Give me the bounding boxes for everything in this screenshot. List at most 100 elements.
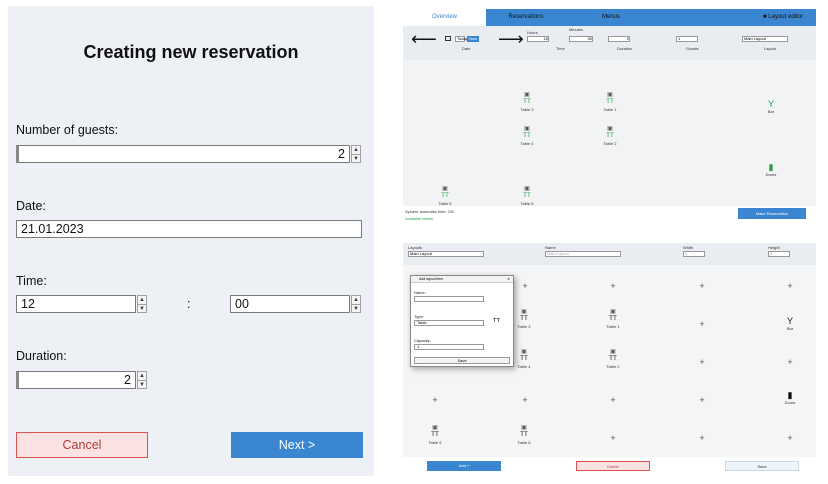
minutes-input[interactable]: 00 bbox=[230, 295, 350, 313]
cancel-button[interactable]: Cancel bbox=[16, 432, 148, 458]
hours-stepper[interactable]: ▲ ▼ bbox=[137, 295, 147, 313]
dialog-title: Add layout item bbox=[419, 277, 443, 281]
width-input[interactable]: 5 bbox=[683, 251, 705, 257]
table-item[interactable]: ▣ ᵀᵀ Table 2 bbox=[598, 349, 628, 370]
table-item[interactable]: ▮ Doors bbox=[775, 391, 805, 406]
add-cell-icon[interactable]: + bbox=[608, 395, 618, 405]
tab-overview[interactable]: Overview bbox=[403, 9, 486, 26]
add-cell-icon[interactable]: + bbox=[697, 319, 707, 329]
add-cell-icon[interactable]: + bbox=[608, 433, 618, 443]
table-item[interactable]: ▣ ᵀᵀ Table 6 bbox=[509, 425, 539, 446]
fork-knife-icon: ᵀᵀ bbox=[512, 98, 542, 107]
calendar-icon[interactable] bbox=[445, 36, 451, 41]
tab-reservations[interactable]: Reservations bbox=[486, 9, 566, 26]
table-item[interactable]: ▣ ᵀᵀ Table 3 bbox=[512, 92, 542, 113]
table-name: Table 2 bbox=[595, 141, 625, 147]
table-item[interactable]: ▮ Doors bbox=[756, 163, 786, 178]
dialog-capacity-label: Capacity: bbox=[414, 338, 431, 343]
add-cell-icon[interactable]: + bbox=[785, 433, 795, 443]
fork-knife-icon: ᵀᵀ bbox=[493, 317, 500, 326]
chevron-down-icon[interactable]: ▼ bbox=[138, 380, 146, 388]
table-item[interactable]: ▣ ᵀᵀ Table 1 bbox=[598, 309, 628, 330]
minutes-stepper[interactable]: ▲ ▼ bbox=[351, 295, 361, 313]
door-icon: ▮ bbox=[775, 391, 805, 400]
duration-input[interactable]: 2 bbox=[608, 36, 630, 42]
chevron-down-icon[interactable]: ▼ bbox=[352, 304, 360, 312]
add-cell-icon[interactable]: + bbox=[608, 281, 618, 291]
table-item[interactable]: Y Bar bbox=[756, 100, 786, 115]
chevron-up-icon[interactable]: ▲ bbox=[352, 296, 360, 304]
guests-input[interactable]: 1 bbox=[676, 36, 698, 42]
add-cell-icon[interactable]: + bbox=[697, 357, 707, 367]
layout-select[interactable]: Main Layout bbox=[742, 36, 788, 42]
table-item[interactable]: ▣ ᵀᵀ Table 2 bbox=[595, 126, 625, 147]
chevron-up-icon[interactable]: ▲ bbox=[138, 296, 146, 304]
guests-stepper[interactable]: ▲ ▼ bbox=[351, 145, 361, 163]
dialog-save-button[interactable]: Save bbox=[414, 357, 510, 364]
fork-knife-icon: ᵀᵀ bbox=[509, 431, 539, 440]
table-item[interactable]: ▣ ᵀᵀ Table 5 bbox=[430, 186, 460, 207]
table-item[interactable]: ▣ ᵀᵀ Table 6 bbox=[512, 186, 542, 207]
today-button[interactable]: Today bbox=[455, 36, 465, 42]
table-name: Bar bbox=[775, 326, 805, 332]
delete-button[interactable]: Delete bbox=[576, 461, 650, 471]
dialog-name-input[interactable] bbox=[414, 296, 484, 302]
lock-icon: ■ bbox=[763, 14, 767, 20]
add-cell-icon[interactable]: + bbox=[697, 281, 707, 291]
layouts-select[interactable]: Main Layout bbox=[408, 251, 484, 257]
hours-input[interactable]: 12 bbox=[16, 295, 136, 313]
chevron-up-icon[interactable]: ▲ bbox=[138, 372, 146, 380]
duration-input[interactable]: 2 bbox=[16, 371, 136, 389]
add-cell-icon[interactable]: + bbox=[785, 357, 795, 367]
date-input[interactable]: 21.01.2023 bbox=[16, 220, 362, 238]
arrow-right-icon[interactable]: ⟶ bbox=[498, 30, 524, 48]
add-cell-icon[interactable]: + bbox=[520, 395, 530, 405]
add-button[interactable]: Add + bbox=[427, 461, 501, 471]
height-input[interactable]: 5 bbox=[768, 251, 790, 257]
dialog-name-label: Name: bbox=[414, 290, 426, 295]
height-label: Height bbox=[768, 245, 780, 250]
fork-knife-icon: ᵀᵀ bbox=[595, 132, 625, 141]
dialog-type-select[interactable]: Table bbox=[414, 320, 484, 326]
add-cell-icon[interactable]: + bbox=[785, 281, 795, 291]
close-icon[interactable]: ✕ bbox=[507, 276, 510, 283]
add-cell-icon[interactable]: + bbox=[697, 395, 707, 405]
guests-input[interactable]: 2 bbox=[16, 145, 350, 163]
time-separator: : bbox=[187, 297, 190, 311]
new-reservation-panel: Creating new reservation Number of guest… bbox=[8, 6, 374, 476]
add-cell-icon[interactable]: + bbox=[697, 433, 707, 443]
add-cell-icon[interactable]: + bbox=[430, 395, 440, 405]
table-item[interactable]: ▣ ᵀᵀ Table 4 bbox=[512, 126, 542, 147]
next-button[interactable]: Next > bbox=[231, 432, 363, 458]
table-name: Table 5 bbox=[420, 440, 450, 446]
save-button[interactable]: Save bbox=[725, 461, 799, 471]
fork-knife-icon: ᵀᵀ bbox=[598, 355, 628, 364]
chevron-down-icon[interactable]: ▼ bbox=[352, 154, 360, 162]
add-cell-icon[interactable]: + bbox=[520, 281, 530, 291]
name-label: Name bbox=[545, 245, 556, 250]
make-reservation-button[interactable]: Make Reservation bbox=[738, 208, 806, 219]
table-name: Table 5 bbox=[430, 201, 460, 207]
fork-knife-icon: ᵀᵀ bbox=[430, 192, 460, 201]
minutes-input[interactable]: 30 bbox=[569, 36, 593, 42]
chevron-up-icon[interactable]: ▲ bbox=[352, 146, 360, 154]
door-icon: ▮ bbox=[756, 163, 786, 172]
table-name: Table 6 bbox=[512, 201, 542, 207]
arrow-left-icon[interactable]: ⟵ bbox=[411, 30, 437, 48]
hours-label: Hours bbox=[527, 30, 538, 35]
layout-editor-button[interactable]: ■ Layout editor bbox=[753, 9, 813, 26]
overview-toolbar: ⟵ Today Now Date ⟶ Hours 16 Minutes 30 T… bbox=[403, 26, 816, 60]
hours-input[interactable]: 16 bbox=[527, 36, 549, 42]
editor-toolbar: Layouts Main Layout Name Main Layout Wid… bbox=[403, 243, 816, 265]
dialog-type-label: Type: bbox=[414, 314, 424, 319]
table-item[interactable]: Y Bar bbox=[775, 317, 805, 332]
now-button[interactable]: Now bbox=[467, 36, 479, 42]
table-name: Table 1 bbox=[595, 107, 625, 113]
duration-stepper[interactable]: ▲ ▼ bbox=[137, 371, 147, 389]
dialog-capacity-select[interactable]: 1 bbox=[414, 344, 484, 350]
table-item[interactable]: ▣ ᵀᵀ Table 1 bbox=[595, 92, 625, 113]
tab-menus[interactable]: Menus bbox=[581, 9, 641, 26]
chevron-down-icon[interactable]: ▼ bbox=[138, 304, 146, 312]
name-input[interactable]: Main Layout bbox=[545, 251, 621, 257]
table-item[interactable]: ▣ ᵀᵀ Table 5 bbox=[420, 425, 450, 446]
